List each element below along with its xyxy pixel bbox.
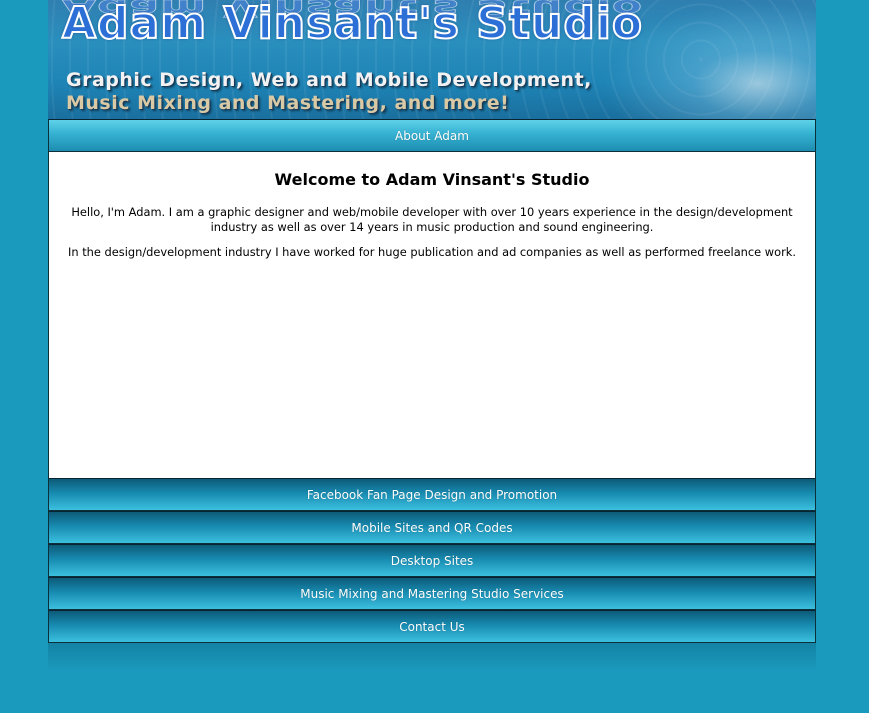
nav-music-mixing[interactable]: Music Mixing and Mastering Studio Servic… [48, 577, 816, 610]
intro-paragraph: Hello, I'm Adam. I am a graphic designer… [71, 205, 793, 234]
main-content: Welcome to Adam Vinsant's Studio Hello, … [48, 152, 816, 478]
page-title: Welcome to Adam Vinsant's Studio [274, 170, 590, 189]
banner-title: Adam Vinsant's Studio [61, 0, 644, 50]
nav-mobile-sites[interactable]: Mobile Sites and QR Codes [48, 511, 816, 544]
banner-tagline-2: Music Mixing and Mastering, and more! [66, 92, 510, 114]
banner-tagline-1: Graphic Design, Web and Mobile Developme… [66, 69, 592, 91]
page-container: Adam Vinsant's Studio Adam Vinsant's Stu… [48, 0, 816, 671]
nav-about-adam[interactable]: About Adam [48, 119, 816, 152]
footer-shadow [48, 643, 816, 671]
nav-desktop-sites[interactable]: Desktop Sites [48, 544, 816, 577]
header-banner: Adam Vinsant's Studio Adam Vinsant's Stu… [48, 0, 816, 119]
nav-contact-us[interactable]: Contact Us [48, 610, 816, 643]
nav-facebook-fan-page[interactable]: Facebook Fan Page Design and Promotion [48, 478, 816, 511]
experience-paragraph: In the design/development industry I hav… [68, 245, 796, 259]
